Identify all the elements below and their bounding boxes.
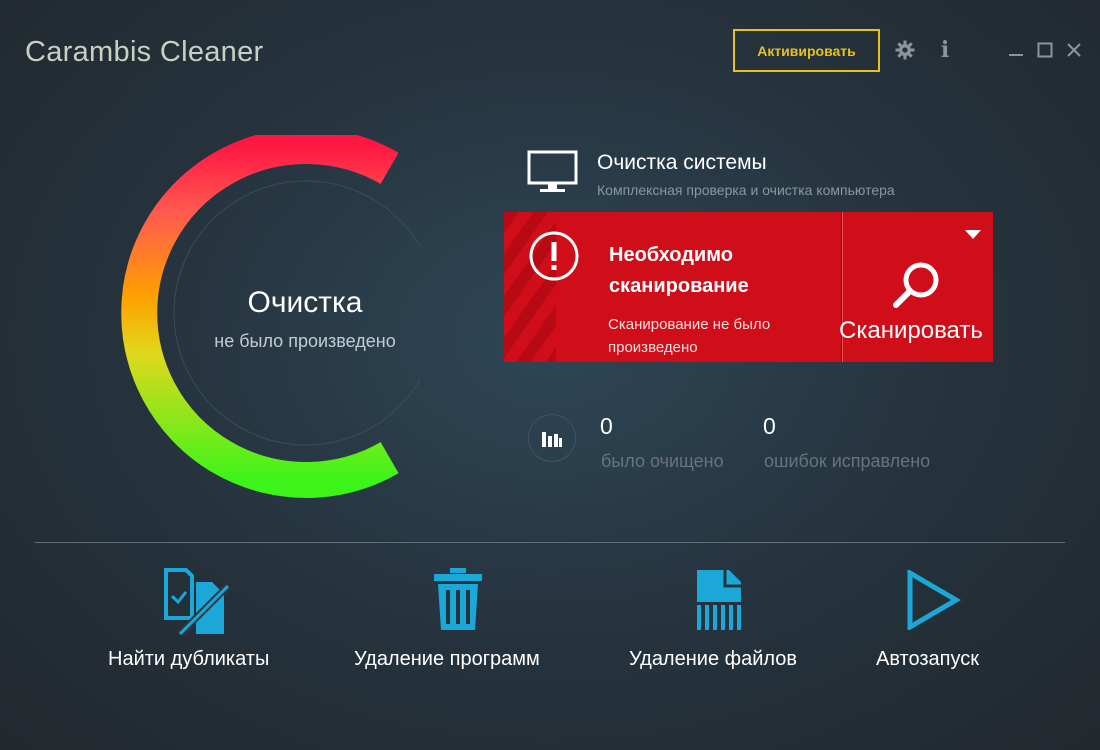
- activate-button[interactable]: Активировать: [733, 29, 880, 72]
- find-duplicates-button[interactable]: Найти дубликаты: [108, 568, 298, 678]
- maximize-icon[interactable]: [1033, 38, 1057, 62]
- close-icon[interactable]: [1062, 38, 1086, 62]
- autostart-button[interactable]: Автозапуск: [876, 568, 1006, 678]
- monitor-icon: [527, 150, 579, 199]
- app-title: Carambis Cleaner: [25, 36, 264, 68]
- delete-files-button[interactable]: Удаление файлов: [629, 568, 819, 678]
- gear-icon[interactable]: [893, 38, 917, 62]
- scan-required-panel: Необходимо сканирование Сканирование не …: [504, 212, 841, 362]
- gauge-title: Очистка: [247, 286, 363, 319]
- alert-description: Сканирование не было произведено: [608, 316, 771, 356]
- alert-title: Необходимо сканирование: [609, 244, 749, 297]
- gauge-subtitle: не было произведено: [214, 331, 396, 351]
- shredder-file-icon: [695, 568, 745, 637]
- minimize-icon[interactable]: [1004, 38, 1028, 62]
- autostart-label: Автозапуск: [876, 648, 980, 670]
- find-duplicates-label: Найти дубликаты: [108, 648, 270, 670]
- search-icon: [891, 260, 943, 317]
- uninstall-programs-label: Удаление программ: [354, 648, 540, 670]
- delete-files-label: Удаление файлов: [629, 648, 798, 670]
- fixed-count: 0: [763, 413, 776, 439]
- info-icon[interactable]: i: [933, 37, 957, 63]
- scan-button-label: Сканировать: [839, 317, 983, 344]
- uninstall-programs-button[interactable]: Удаление программ: [354, 568, 569, 678]
- system-cleaning-title: Очистка системы: [597, 151, 767, 174]
- bar-chart-icon: [528, 414, 576, 462]
- cleaned-label: было очищено: [601, 451, 724, 471]
- play-icon: [906, 568, 962, 635]
- divider: [35, 542, 1065, 543]
- exclamation-icon: [528, 230, 580, 287]
- fixed-label: ошибок исправлено: [764, 451, 931, 471]
- duplicate-files-icon: [162, 568, 232, 643]
- dropdown-arrow-icon[interactable]: [965, 227, 981, 245]
- system-cleaning-subtitle: Комплексная проверка и очистка компьютер…: [597, 182, 895, 198]
- trash-icon: [432, 568, 484, 637]
- scan-button[interactable]: Сканировать: [839, 212, 993, 362]
- cleaned-count: 0: [600, 413, 613, 439]
- cleaning-gauge: [121, 135, 420, 498]
